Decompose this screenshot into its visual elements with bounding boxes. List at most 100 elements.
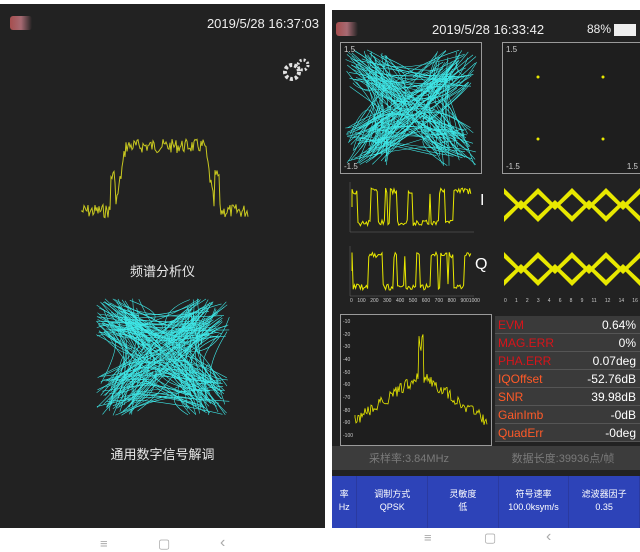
ideal-xmin: -1.5 — [506, 162, 520, 171]
axis-tick: 700 — [434, 298, 444, 304]
app-logo — [336, 22, 358, 36]
axis-tick: 8 — [569, 298, 573, 304]
metric-row: QuadErr -0deg — [495, 424, 640, 442]
param-button-title: 符号速率 — [515, 489, 552, 499]
menu-button[interactable]: ≡ — [424, 530, 432, 545]
param-button[interactable]: 符号速率 100.0ksym/s — [499, 476, 570, 528]
spectrum-analyzer-label[interactable]: 频谱分析仪 — [0, 261, 325, 280]
metric-row: SNR 39.98dB — [495, 388, 640, 406]
axis-tick: 11 — [591, 298, 597, 304]
spectrum-plot: -10 -20 -30 -40 -50 -60 -70 -80 -90 -100 — [340, 314, 492, 446]
axis-tick: 6 — [558, 298, 562, 304]
const-ymax: 1.5 — [344, 45, 356, 54]
axis-tick: 0 — [504, 298, 507, 304]
axis-tick: 1 — [514, 298, 518, 304]
spectrum-analyzer-icon[interactable] — [80, 116, 250, 231]
battery-icon — [614, 23, 636, 36]
metric-value: -52.76dB — [587, 371, 636, 386]
metric-value: 39.98dB — [591, 389, 636, 404]
settings-gear-icon[interactable] — [281, 56, 311, 86]
back-button[interactable]: ‹ — [220, 534, 225, 552]
status-time: 2019/5/28 16:37:03 — [206, 16, 319, 31]
menu-button[interactable]: ≡ — [100, 536, 108, 551]
axis-tick: 9001000 — [460, 298, 480, 304]
param-button-value: QPSK — [379, 502, 405, 512]
axis-tick: 16 — [632, 298, 638, 304]
metric-key: SNR — [498, 389, 524, 404]
i-waveform-plot — [349, 182, 474, 233]
metric-value: -0deg — [605, 425, 636, 440]
digital-demod-icon[interactable] — [92, 292, 234, 422]
metric-row: GainImb -0dB — [495, 406, 640, 424]
param-button-value: 低 — [458, 502, 468, 512]
axis-tick: 9 — [580, 298, 584, 304]
axis-tick: 4 — [547, 298, 551, 304]
status-time: 2019/5/28 16:33:42 — [432, 22, 545, 37]
axis-tick: 200 — [370, 298, 379, 304]
axis-tick: 500 — [408, 298, 418, 304]
axis-tick: 2 — [525, 298, 529, 304]
time-axis-ticks: 0 100 200 300 400 500 600 700 800 9001000 — [350, 298, 480, 304]
param-button[interactable]: 率 Hz — [332, 476, 358, 528]
metric-row: MAG.ERR 0% — [495, 334, 640, 352]
param-button[interactable]: 灵敏度低 — [428, 476, 499, 528]
param-button[interactable]: 调制方式 QPSK — [357, 476, 429, 528]
param-button-title: 滤波器因子 — [581, 489, 627, 499]
metric-value: 0.64% — [601, 317, 636, 332]
parameter-toolbar: 率 Hz 调制方式 QPSK 灵敏度低 符号速率 100.0ksym/s 滤波器因子 0.35 — [332, 476, 640, 528]
battery-indicator: 88% — [587, 22, 636, 36]
status-bar: 2019/5/28 16:33:42 88% — [332, 10, 640, 44]
metric-key: PHA.ERR — [498, 353, 552, 368]
param-button[interactable]: 滤波器因子 0.35 — [569, 476, 640, 528]
eye-axis-ticks: 0 1 2 3 4 6 8 9 11 12 14 16 — [504, 298, 638, 304]
metrics-table: EVM 0.64% MAG.ERR 0% PHA.ERR 0.07deg IQOffset -… — [495, 316, 640, 442]
metric-row: PHA.ERR 0.07deg — [495, 352, 640, 370]
app-logo — [10, 16, 32, 30]
back-button[interactable]: ‹ — [546, 528, 551, 546]
constellation-plot: 1.5 -1.5 — [340, 42, 482, 174]
metric-row: IQOffset -52.76dB — [495, 370, 640, 388]
q-waveform-plot — [349, 246, 474, 297]
param-button-value: 100.0ksym/s — [508, 502, 559, 512]
axis-tick: 800 — [447, 298, 456, 304]
param-button-title: 灵敏度 — [449, 489, 477, 499]
status-bar: 2019/5/28 16:37:03 — [0, 4, 325, 38]
metric-key: GainImb — [498, 407, 544, 422]
spectrum-home-screen: 2019/5/28 16:37:03 频谱分析仪 通用数字信号解调 — [0, 4, 325, 528]
demod-screen: 2019/5/28 16:33:42 88% 1.5 -1.5 1.5 -1.5… — [332, 10, 640, 528]
metric-key: QuadErr — [498, 425, 544, 440]
metric-value: 0.07deg — [592, 353, 636, 368]
metric-value: 0% — [618, 335, 636, 350]
digital-demod-label[interactable]: 通用数字信号解调 — [0, 444, 325, 463]
metric-key: EVM — [498, 317, 525, 332]
data-length: 数据长度:39936点/帧 — [511, 453, 615, 465]
ideal-ymax: 1.5 — [506, 45, 518, 54]
home-button[interactable]: ▢ — [484, 530, 496, 546]
const-xmin: -1.5 — [344, 162, 358, 171]
axis-tick: 400 — [396, 298, 405, 304]
param-button-value: 0.35 — [595, 502, 613, 512]
q-eye-diagram — [504, 252, 640, 286]
param-button-title: 率 — [339, 489, 349, 499]
ideal-constellation-plot: 1.5 -1.5 1.5 — [502, 42, 640, 174]
ideal-xmax: 1.5 — [626, 162, 638, 171]
axis-tick: 300 — [383, 298, 392, 304]
i-eye-diagram — [504, 188, 640, 222]
metric-row: EVM 0.64% — [495, 316, 640, 334]
axis-tick: 100 — [357, 298, 366, 304]
param-button-title: 调制方式 — [374, 489, 411, 499]
metric-value: -0dB — [610, 407, 636, 422]
param-button-value: Hz — [338, 502, 350, 512]
sample-rate: 采样率:3.84MHz — [368, 453, 450, 465]
info-bar: 采样率:3.84MHz 数据长度:39936点/帧 — [332, 446, 640, 470]
axis-tick: 12 — [604, 298, 611, 304]
axis-tick: 14 — [618, 298, 625, 304]
q-channel-label: Q — [475, 256, 488, 273]
axis-tick: 600 — [421, 298, 431, 304]
metric-key: MAG.ERR — [498, 335, 555, 350]
battery-level: 88% — [586, 22, 611, 36]
axis-tick: 0 — [350, 298, 353, 304]
metric-key: IQOffset — [498, 371, 543, 386]
navigation-bar — [0, 506, 325, 528]
i-channel-label: I — [480, 192, 485, 209]
